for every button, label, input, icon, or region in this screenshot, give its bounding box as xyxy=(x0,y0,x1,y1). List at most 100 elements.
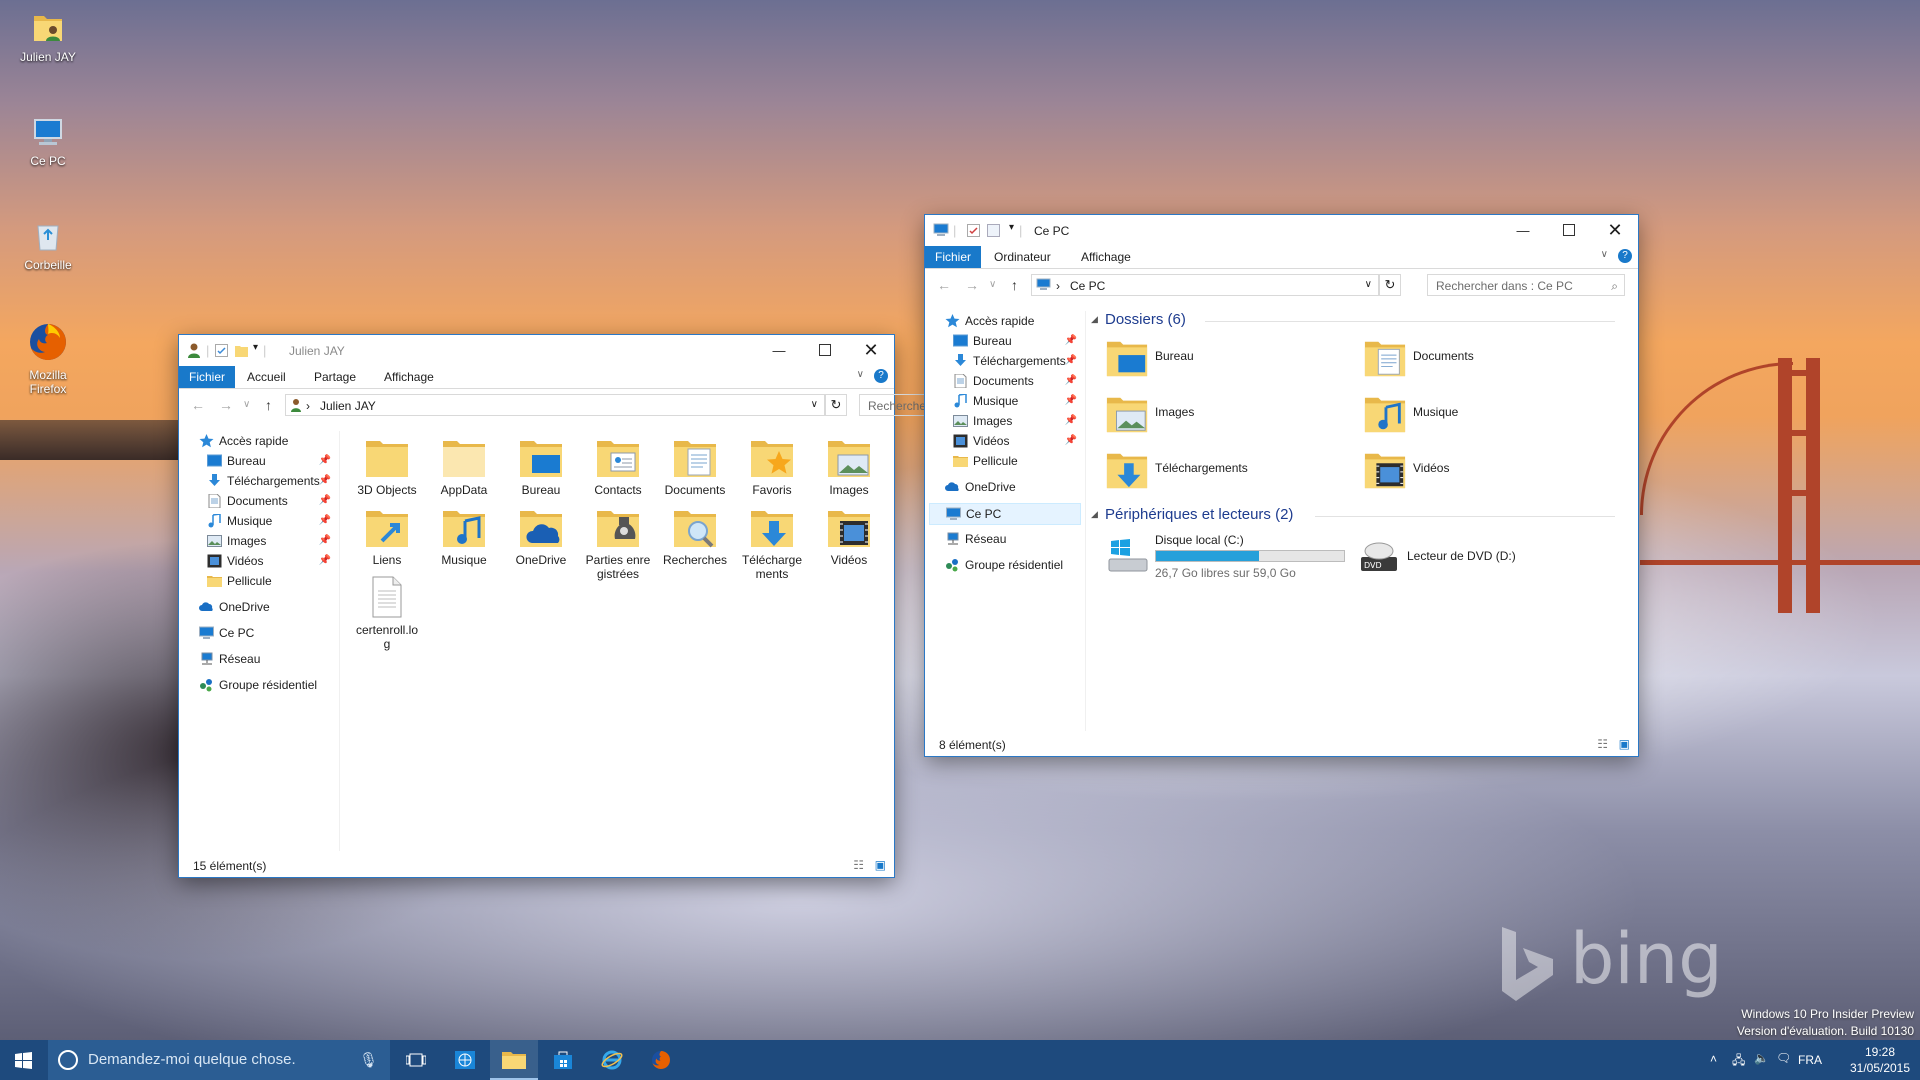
tab-affichage[interactable]: Affichage xyxy=(1071,246,1141,268)
qat-dropdown-icon[interactable]: ▾ xyxy=(1009,222,1014,233)
folder-item[interactable]: 3D Objects xyxy=(353,435,421,497)
folder-item[interactable]: Musique xyxy=(430,505,498,567)
tab-accueil[interactable]: Accueil xyxy=(237,366,296,388)
folder-item[interactable]: Favoris xyxy=(738,435,806,497)
address-dropdown-icon[interactable]: ∨ xyxy=(1365,279,1372,290)
nav-item[interactable]: Vidéos 📌 xyxy=(207,551,335,571)
details-view-icon[interactable]: ☷ xyxy=(1597,737,1608,751)
folder-item[interactable]: Bureau xyxy=(507,435,575,497)
nav-item[interactable]: Accès rapide xyxy=(199,431,335,451)
action-center-icon[interactable]: 🗨 xyxy=(1776,1051,1791,1065)
task-view-button[interactable] xyxy=(392,1040,440,1080)
nav-item[interactable]: Pellicule xyxy=(953,451,1081,471)
folder-item[interactable]: Recherches xyxy=(661,505,729,567)
refresh-button[interactable]: ↻ xyxy=(1379,274,1401,296)
tab-ordinateur[interactable]: Ordinateur xyxy=(984,246,1061,268)
tab-affichage[interactable]: Affichage xyxy=(374,366,444,388)
ribbon-expand-icon[interactable]: ∨ xyxy=(857,369,864,380)
taskbar-app-firefox[interactable] xyxy=(637,1040,685,1080)
explorer-window-this-pc[interactable]: | ▾ | Ce PC — ✕ Fichier Ordinateur Affic… xyxy=(925,215,1638,756)
pin-icon[interactable]: 📌 xyxy=(1065,411,1077,431)
nav-item[interactable]: Téléchargements 📌 xyxy=(953,351,1081,371)
help-icon[interactable]: ? xyxy=(1618,249,1632,263)
address-dropdown-icon[interactable]: ∨ xyxy=(811,399,818,410)
microphone-icon[interactable]: 🎙 xyxy=(359,1051,378,1069)
title-bar[interactable]: | ▾ | Julien JAY — ✕ xyxy=(179,335,894,366)
back-arrow-icon[interactable]: ← xyxy=(937,277,951,293)
explorer-window-user[interactable]: | ▾ | Julien JAY — ✕ Fichier Accueil Par… xyxy=(179,335,1059,877)
nav-item[interactable]: Réseau xyxy=(945,529,1081,549)
cortana-search-box[interactable]: Demandez-moi quelque chose. 🎙 xyxy=(48,1040,390,1080)
desktop-icon-recycle-bin[interactable]: Corbeille xyxy=(10,218,86,272)
folder-item[interactable]: Documents xyxy=(1363,333,1583,381)
clock[interactable]: 19:28 31/05/2015 xyxy=(1848,1044,1912,1076)
folder-item[interactable]: Vidéos xyxy=(815,505,883,567)
folder-item[interactable]: Images xyxy=(815,435,883,497)
back-arrow-icon[interactable]: ← xyxy=(191,397,205,413)
close-button[interactable]: ✕ xyxy=(848,335,894,365)
desktop-icon-user-folder[interactable]: Julien JAY xyxy=(10,10,86,64)
recent-dropdown-icon[interactable]: ∨ xyxy=(243,399,250,410)
desktop-icon-firefox[interactable]: Mozilla Firefox xyxy=(10,320,86,396)
address-bar[interactable]: › Julien JAY ∨ xyxy=(285,394,825,416)
up-arrow-icon[interactable]: ↑ xyxy=(265,397,272,413)
nav-item[interactable]: Pellicule xyxy=(207,571,335,591)
taskbar-app-store[interactable] xyxy=(539,1040,587,1080)
nav-item[interactable]: Groupe résidentiel xyxy=(199,675,335,695)
nav-item[interactable]: Images 📌 xyxy=(953,411,1081,431)
forward-arrow-icon[interactable]: → xyxy=(219,397,233,413)
title-bar[interactable]: | ▾ | Ce PC — ✕ xyxy=(925,215,1638,246)
nav-item[interactable]: Bureau 📌 xyxy=(953,331,1081,351)
close-button[interactable]: ✕ xyxy=(1592,215,1638,245)
folder-item[interactable]: Téléchargements xyxy=(1105,445,1325,493)
folder-item[interactable]: OneDrive xyxy=(507,505,575,567)
help-icon[interactable]: ? xyxy=(874,369,888,383)
tab-fichier[interactable]: Fichier xyxy=(179,366,236,388)
folder-item[interactable]: AppData xyxy=(430,435,498,497)
recent-dropdown-icon[interactable]: ∨ xyxy=(989,279,996,290)
pin-icon[interactable]: 📌 xyxy=(319,471,331,491)
breadcrumb[interactable]: Julien JAY xyxy=(320,399,376,413)
properties-icon[interactable] xyxy=(215,344,228,357)
taskbar-app-file-explorer[interactable] xyxy=(490,1040,538,1080)
pin-icon[interactable]: 📌 xyxy=(1065,371,1077,391)
nav-item[interactable]: Ce PC xyxy=(199,623,335,643)
folder-item[interactable]: Bureau xyxy=(1105,333,1325,381)
nav-item[interactable]: Bureau 📌 xyxy=(207,451,335,471)
refresh-button[interactable]: ↻ xyxy=(825,394,847,416)
nav-item[interactable]: Téléchargements 📌 xyxy=(207,471,335,491)
devices-group-header[interactable]: Périphériques et lecteurs (2) xyxy=(1105,506,1293,523)
tab-fichier[interactable]: Fichier xyxy=(925,246,982,268)
large-icons-view-icon[interactable]: ▣ xyxy=(875,858,886,872)
pin-icon[interactable]: 📌 xyxy=(319,491,331,511)
properties-icon[interactable] xyxy=(967,224,980,237)
ribbon-expand-icon[interactable]: ∨ xyxy=(1601,249,1608,260)
minimize-button[interactable]: — xyxy=(756,335,802,365)
nav-item[interactable]: Accès rapide xyxy=(945,311,1081,331)
nav-item[interactable]: Réseau xyxy=(199,649,335,669)
start-button[interactable] xyxy=(0,1040,48,1080)
network-icon[interactable]: 🖧 xyxy=(1732,1051,1745,1072)
pin-icon[interactable]: 📌 xyxy=(1065,331,1077,351)
forward-arrow-icon[interactable]: → xyxy=(965,277,979,293)
nav-item[interactable]: Musique 📌 xyxy=(207,511,335,531)
nav-item[interactable]: Documents 📌 xyxy=(207,491,335,511)
address-bar[interactable]: › Ce PC ∨ xyxy=(1031,274,1379,296)
pin-icon[interactable]: 📌 xyxy=(1065,391,1077,411)
language-indicator[interactable]: FRA xyxy=(1798,1053,1822,1067)
search-input[interactable]: Rechercher dans : Ce PC ⌕ xyxy=(1427,274,1625,296)
search-icon[interactable]: ⌕ xyxy=(1611,279,1618,294)
desktop-icon-this-pc[interactable]: Ce PC xyxy=(10,114,86,168)
minimize-button[interactable]: — xyxy=(1500,215,1546,245)
folders-group-header[interactable]: Dossiers (6) xyxy=(1105,311,1186,328)
nav-item[interactable]: Groupe résidentiel xyxy=(945,555,1081,575)
drive-d[interactable]: DVD Lecteur de DVD (D:) xyxy=(1357,533,1577,581)
pin-icon[interactable]: 📌 xyxy=(1065,351,1077,371)
breadcrumb[interactable]: Ce PC xyxy=(1070,279,1105,293)
new-folder-icon[interactable] xyxy=(235,344,248,357)
folder-item[interactable]: Parties enregistrées xyxy=(584,505,652,581)
nav-item[interactable]: Vidéos 📌 xyxy=(953,431,1081,451)
folder-item[interactable]: Musique xyxy=(1363,389,1583,437)
folder-item[interactable]: Images xyxy=(1105,389,1325,437)
maximize-button[interactable] xyxy=(1546,215,1592,245)
